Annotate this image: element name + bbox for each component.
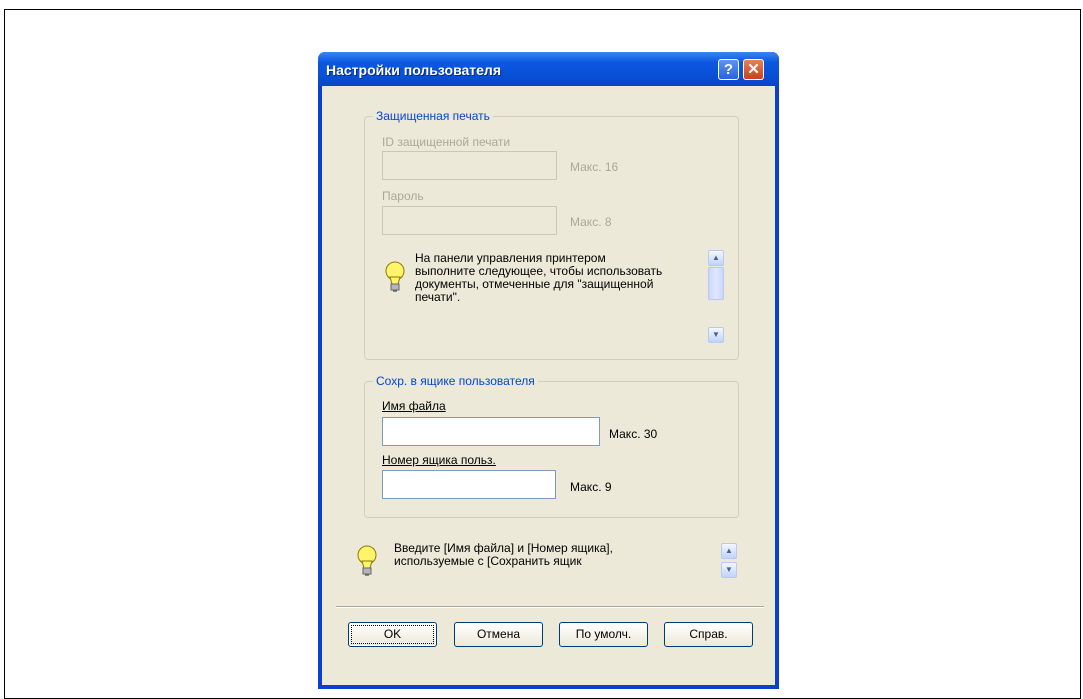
lightbulb-icon xyxy=(357,545,377,576)
lightbulb-icon xyxy=(385,261,405,292)
user-box-group-title: Сохр. в ящике пользователя xyxy=(373,374,538,388)
secure-print-id-field[interactable] xyxy=(382,151,557,180)
filename-label: Имя файла xyxy=(382,399,446,413)
bottom-info-line: используемые с [Сохранить ящик xyxy=(394,554,582,568)
defaults-button[interactable]: По умолч. xyxy=(559,622,648,647)
user-settings-dialog: Настройки пользователя ? ✕ Защищенная пе… xyxy=(318,52,779,689)
dialog-body: Защищенная печать ID защищенной печати М… xyxy=(322,86,775,685)
scroll-down-icon[interactable]: ▼ xyxy=(708,327,724,343)
secure-print-info-line: документы, отмеченные для "защищенной xyxy=(415,277,654,291)
secure-print-group-title: Защищенная печать xyxy=(373,109,493,123)
help-button[interactable]: Справ. xyxy=(664,622,753,647)
scroll-thumb[interactable] xyxy=(708,267,724,300)
dialog-title: Настройки пользователя xyxy=(326,62,501,78)
ok-button[interactable]: OK xyxy=(348,622,437,647)
secure-print-password-label: Пароль xyxy=(382,189,424,203)
secure-print-info: На панели управления принтером выполните… xyxy=(415,252,715,304)
secure-print-info-line: печати". xyxy=(415,290,461,304)
secure-print-id-max: Макс. 16 xyxy=(570,160,619,174)
cancel-button[interactable]: Отмена xyxy=(454,622,543,647)
help-icon[interactable]: ? xyxy=(718,59,739,80)
scroll-up-icon[interactable]: ▲ xyxy=(708,250,724,266)
scroll-up-icon[interactable]: ▲ xyxy=(721,543,737,559)
secure-print-password-max: Макс. 8 xyxy=(570,215,612,229)
box-number-max: Макс. 9 xyxy=(570,480,612,494)
box-number-input[interactable] xyxy=(382,470,556,499)
title-bar[interactable]: Настройки пользователя ? ✕ xyxy=(318,52,779,86)
bottom-info: Введите [Имя файла] и [Номер ящика], исп… xyxy=(394,542,694,568)
secure-print-id-label: ID защищенной печати xyxy=(382,135,511,149)
close-icon[interactable]: ✕ xyxy=(743,59,764,80)
filename-max: Макс. 30 xyxy=(609,427,658,441)
button-separator xyxy=(336,606,764,608)
box-number-label: Номер ящика польз. xyxy=(382,453,496,467)
scroll-down-icon[interactable]: ▼ xyxy=(721,562,737,578)
filename-input[interactable] xyxy=(382,417,600,446)
secure-print-password-field[interactable] xyxy=(382,206,557,235)
